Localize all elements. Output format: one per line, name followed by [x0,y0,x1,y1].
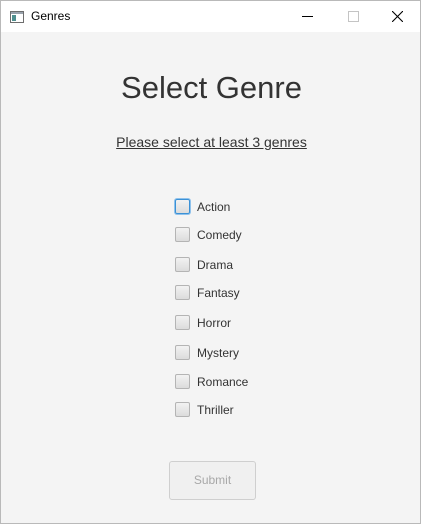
genre-label: Action [197,200,231,214]
genre-checkbox[interactable] [175,402,190,417]
genre-checkbox[interactable] [175,315,190,330]
genres-window: Genres Select Genre Please select at lea… [0,0,421,524]
genre-checkbox[interactable] [175,199,190,214]
genre-label: Fantasy [197,286,240,300]
genre-checkbox[interactable] [175,285,190,300]
maximize-button[interactable] [330,1,376,32]
submit-button[interactable]: Submit [169,461,256,500]
genre-checkbox[interactable] [175,374,190,389]
window-app-icon [10,10,24,23]
maximize-icon [348,11,359,22]
genre-label: Comedy [197,228,242,242]
title-bar[interactable]: Genres [1,1,420,32]
instruction-text: Please select at least 3 genres [116,134,307,150]
genre-label: Mystery [197,346,239,360]
genre-label: Drama [197,258,234,272]
genre-checkbox[interactable] [175,227,190,242]
genre-label: Romance [197,375,249,389]
genre-label: Horror [197,316,232,330]
minimize-icon [302,16,313,17]
close-icon [392,11,403,22]
page-title: Select Genre [121,70,302,105]
genre-checkbox[interactable] [175,345,190,360]
genre-label: Thriller [197,403,234,417]
window-title: Genres [31,9,71,23]
close-button[interactable] [374,1,420,32]
minimize-button[interactable] [284,1,330,32]
genre-checkbox[interactable] [175,257,190,272]
